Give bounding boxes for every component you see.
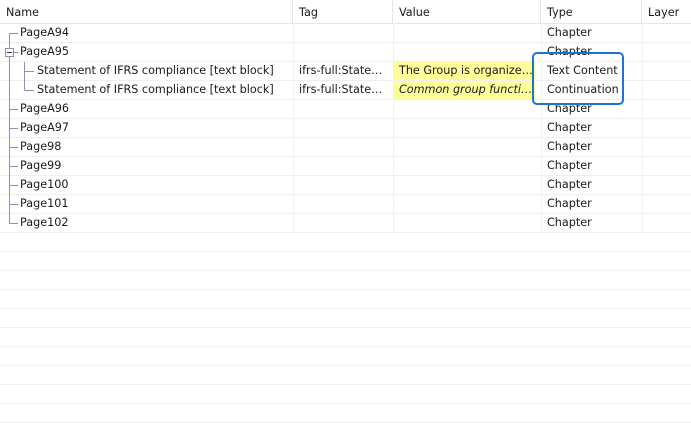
table-row[interactable]: Page101 Chapter	[0, 195, 691, 214]
table-row[interactable]: Page99 Chapter	[0, 157, 691, 176]
row-type: Chapter	[541, 195, 642, 213]
collapse-icon[interactable]	[5, 48, 14, 57]
table-row[interactable]: PageA94 Chapter	[0, 24, 691, 43]
row-name: PageA95	[20, 45, 69, 58]
column-header-value[interactable]: Value	[393, 0, 541, 24]
table-row[interactable]: Statement of IFRS compliance [text block…	[0, 81, 691, 100]
empty-row	[0, 328, 691, 347]
column-header-tag[interactable]: Tag	[293, 0, 393, 24]
row-type: Chapter	[541, 157, 642, 175]
row-type: Chapter	[541, 119, 642, 137]
row-type: Chapter	[541, 24, 642, 42]
tree-connector	[9, 62, 34, 81]
row-type: Chapter	[541, 176, 642, 194]
empty-row	[0, 347, 691, 366]
row-type: Text Content	[541, 62, 642, 80]
row-type: Chapter	[541, 43, 642, 61]
row-name: Page101	[20, 197, 69, 210]
row-name: Page99	[20, 159, 62, 172]
column-divider	[393, 24, 394, 233]
empty-row	[0, 309, 691, 328]
table-row[interactable]: Page100 Chapter	[0, 176, 691, 195]
row-name: Statement of IFRS compliance [text block…	[37, 83, 274, 96]
row-tag: ifrs-full:Stateme...	[293, 81, 393, 99]
column-header-layer[interactable]: Layer	[642, 0, 691, 24]
row-value: The Group is organized i...	[394, 62, 535, 80]
empty-row	[0, 366, 691, 385]
table-row[interactable]: Page102 Chapter	[0, 214, 691, 233]
row-name: PageA97	[20, 121, 69, 134]
table-row[interactable]: PageA96 Chapter	[0, 100, 691, 119]
column-divider	[642, 24, 643, 233]
row-name: Statement of IFRS compliance [text block…	[37, 64, 274, 77]
row-tag: ifrs-full:Stateme...	[293, 62, 393, 80]
column-divider	[293, 24, 294, 233]
empty-row	[0, 271, 691, 290]
row-type: Continuation	[541, 81, 642, 99]
table-row[interactable]: PageA95 Chapter	[0, 43, 691, 62]
column-header-type[interactable]: Type	[541, 0, 642, 24]
column-header-name[interactable]: Name	[0, 0, 293, 24]
row-name: Page102	[20, 216, 69, 229]
row-value: Common group functions...	[394, 81, 535, 99]
table-row[interactable]: PageA97 Chapter	[0, 119, 691, 138]
empty-row	[0, 290, 691, 309]
tree-grid: Name Tag Value Type Layer PageA94 Chapte…	[0, 0, 691, 423]
empty-row	[0, 233, 691, 252]
row-type: Chapter	[541, 138, 642, 156]
empty-row	[0, 385, 691, 404]
row-type: Chapter	[541, 100, 642, 118]
table-row[interactable]: Page98 Chapter	[0, 138, 691, 157]
row-name: Page100	[20, 178, 69, 191]
empty-row	[0, 404, 691, 423]
row-name: PageA94	[20, 26, 69, 39]
table-row[interactable]: Statement of IFRS compliance [text block…	[0, 62, 691, 81]
tree-connector	[9, 81, 34, 100]
column-header-row: Name Tag Value Type Layer	[0, 0, 691, 24]
row-type: Chapter	[541, 214, 642, 232]
row-name: Page98	[20, 140, 62, 153]
column-divider	[541, 24, 542, 233]
row-name: PageA96	[20, 102, 69, 115]
empty-row	[0, 252, 691, 271]
